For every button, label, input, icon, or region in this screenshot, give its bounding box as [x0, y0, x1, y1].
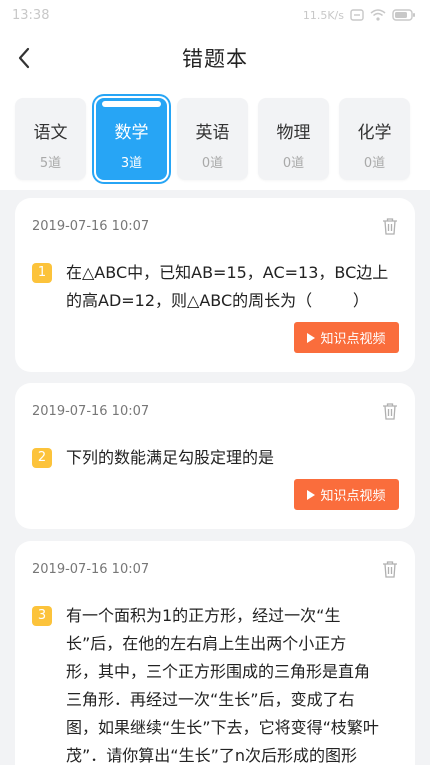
tab-label: 物理: [276, 123, 311, 143]
delete-button[interactable]: [381, 559, 399, 579]
question-row: 2 下列的数能满足勾股定理的是: [32, 444, 393, 472]
tab-math[interactable]: 数学 3道: [96, 98, 167, 180]
status-indicators: 11.5K/s: [303, 9, 416, 22]
video-button-label: 知识点视频: [320, 332, 386, 347]
play-icon: [307, 332, 316, 343]
question-text: 在△ABC中，已知AB=15，AC=13，BC边上 的高AD=12，则△ABC的…: [66, 263, 389, 310]
question-number-badge: 1: [32, 263, 52, 283]
question-card[interactable]: 2019-07-16 10:07 3 有一个面积为1的正方形，经过一次“生 长”…: [15, 541, 415, 765]
tab-physics[interactable]: 物理 0道: [258, 98, 329, 180]
trash-icon: [383, 403, 397, 420]
tab-english[interactable]: 英语 0道: [177, 98, 248, 180]
question-number-badge: 3: [32, 606, 52, 626]
tab-label: 语文: [33, 123, 68, 143]
play-icon: [307, 489, 316, 500]
question-date: 2019-07-16 10:07: [32, 219, 150, 234]
question-text: 有一个面积为1的正方形，经过一次“生 长”后，在他的左右肩上生出两个小正方 形，…: [66, 606, 379, 765]
tab-count: 0道: [201, 156, 224, 171]
page-title: 错题本: [182, 47, 248, 71]
wifi-icon: [370, 9, 386, 21]
status-time: 13:38: [12, 7, 50, 23]
delete-button[interactable]: [381, 216, 399, 236]
question-date: 2019-07-16 10:07: [32, 404, 150, 419]
question-text: 下列的数能满足勾股定理的是: [66, 448, 275, 467]
tab-label: 化学: [357, 123, 392, 143]
question-number-badge: 2: [32, 448, 52, 468]
tab-count: 0道: [282, 156, 305, 171]
question-card[interactable]: 2019-07-16 10:07 1 在△ABC中，已知AB=15，AC=13，…: [15, 198, 415, 372]
tab-count: 3道: [120, 156, 143, 171]
trash-icon: [383, 218, 397, 235]
status-bar: 13:38 11.5K/s: [0, 0, 430, 30]
header: 错题本: [0, 30, 430, 86]
network-speed: 11.5K/s: [302, 8, 344, 22]
question-row: 3 有一个面积为1的正方形，经过一次“生 长”后，在他的左右肩上生出两个小正方 …: [32, 602, 393, 765]
question-row: 1 在△ABC中，已知AB=15，AC=13，BC边上 的高AD=12，则△AB…: [32, 259, 393, 315]
knowledge-video-button[interactable]: 知识点视频: [294, 479, 399, 510]
knowledge-video-button[interactable]: 知识点视频: [294, 322, 399, 353]
delete-button[interactable]: [381, 401, 399, 421]
tab-chinese[interactable]: 语文 5道: [15, 98, 86, 180]
trash-icon: [383, 561, 397, 578]
question-card[interactable]: 2019-07-16 10:07 2 下列的数能满足勾股定理的是 知识点视频: [15, 383, 415, 529]
video-button-label: 知识点视频: [320, 489, 386, 504]
tab-label: 英语: [195, 123, 230, 143]
question-date: 2019-07-16 10:07: [32, 562, 150, 577]
subject-tabs: 语文 5道 数学 3道 英语 0道 物理 0道 化学 0道: [15, 98, 410, 180]
battery-icon: [392, 9, 416, 21]
tab-count: 5道: [39, 156, 62, 171]
sim-icon: [350, 9, 364, 21]
tab-chemistry[interactable]: 化学 0道: [339, 98, 410, 180]
subject-tabs-bar: 语文 5道 数学 3道 英语 0道 物理 0道 化学 0道: [0, 86, 430, 190]
tab-count: 0道: [363, 156, 386, 171]
tab-label: 数学: [114, 123, 149, 143]
